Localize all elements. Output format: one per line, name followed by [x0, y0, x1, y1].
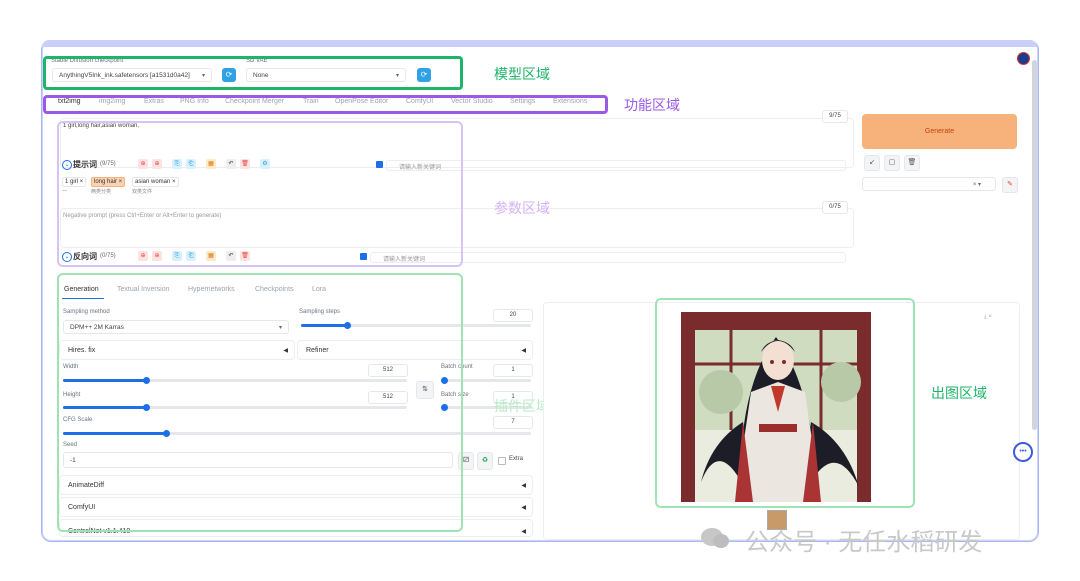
batch-count-input[interactable]: 1 — [493, 364, 533, 377]
output-area-annotation: 出图区域 — [931, 385, 987, 401]
cfg-scale-input[interactable]: 7 — [493, 416, 533, 429]
generate-button[interactable]: Generate — [862, 114, 1017, 149]
collapse-triangle-icon: ◀ — [521, 529, 526, 535]
collapse-triangle-icon: ◀ — [521, 505, 526, 511]
recycle-icon[interactable]: ♻ — [477, 452, 493, 470]
watermark-text: 公众号 · 无任水稻研发 — [745, 529, 983, 556]
arrow-icon[interactable]: ↙ — [864, 155, 880, 171]
prompt-counter: 9/75 — [822, 110, 848, 123]
download-icon[interactable]: ⤓ × — [984, 314, 992, 321]
top-band — [42, 40, 1037, 47]
profile-icon[interactable] — [1017, 52, 1030, 65]
wechat-icon — [700, 527, 730, 549]
params-area-box — [57, 121, 463, 267]
extra-label: Extra — [509, 456, 524, 462]
scrollbar[interactable] — [1032, 60, 1037, 430]
style-select[interactable]: × ▾ — [862, 177, 996, 191]
function-area-annotation: 功能区域 — [624, 97, 680, 113]
clear-icon: × ▾ — [972, 182, 981, 188]
trash-icon[interactable]: 🗑 — [904, 155, 920, 171]
model-area-box — [43, 56, 463, 90]
pencil-icon[interactable]: ✎ — [1002, 177, 1018, 193]
output-area-box — [655, 298, 915, 508]
extra-checkbox[interactable] — [498, 457, 506, 465]
params-area-annotation: 参数区域 — [494, 200, 550, 216]
generate-label: Generate — [924, 128, 955, 135]
model-area-annotation: 模型区域 — [494, 66, 550, 82]
chat-bubble-icon[interactable]: ••• — [1013, 442, 1033, 462]
collapse-triangle-icon: ◀ — [521, 483, 526, 489]
sampling-steps-input[interactable]: 20 — [493, 309, 533, 322]
function-area-box — [43, 95, 608, 114]
copy-icon[interactable]: ▢ — [884, 155, 900, 171]
negative-counter: 0/75 — [822, 201, 848, 214]
plugins-area-box — [57, 273, 463, 532]
collapse-triangle-icon: ◀ — [521, 348, 526, 354]
